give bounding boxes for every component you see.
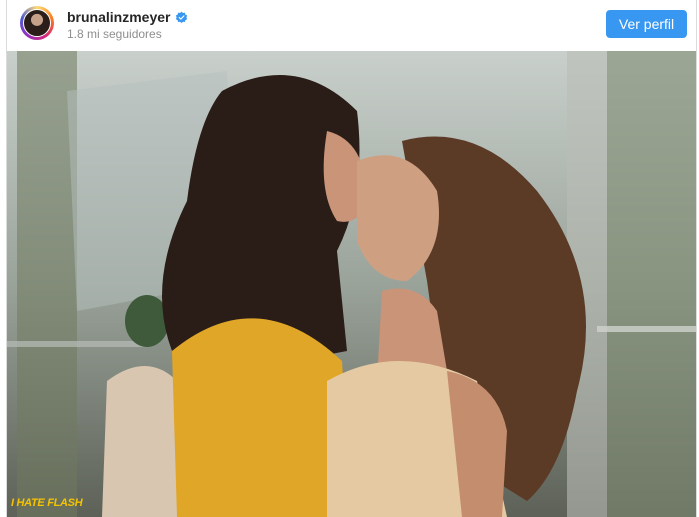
view-profile-button[interactable]: Ver perfil [606,10,687,38]
username-row[interactable]: brunalinzmeyer [67,9,188,25]
username[interactable]: brunalinzmeyer [67,9,170,25]
instagram-embed: brunalinzmeyer 1.8 mi seguidores Ver per… [6,0,697,517]
post-photo[interactable]: I HATE FLASH [7,51,696,517]
avatar[interactable] [20,6,54,40]
follower-count: 1.8 mi seguidores [67,27,162,41]
photo-watermark: I HATE FLASH [11,497,83,509]
avatar-image [23,9,51,37]
verified-badge-icon [176,11,188,23]
photo-illustration [7,51,696,517]
post-header: brunalinzmeyer 1.8 mi seguidores Ver per… [7,0,696,50]
